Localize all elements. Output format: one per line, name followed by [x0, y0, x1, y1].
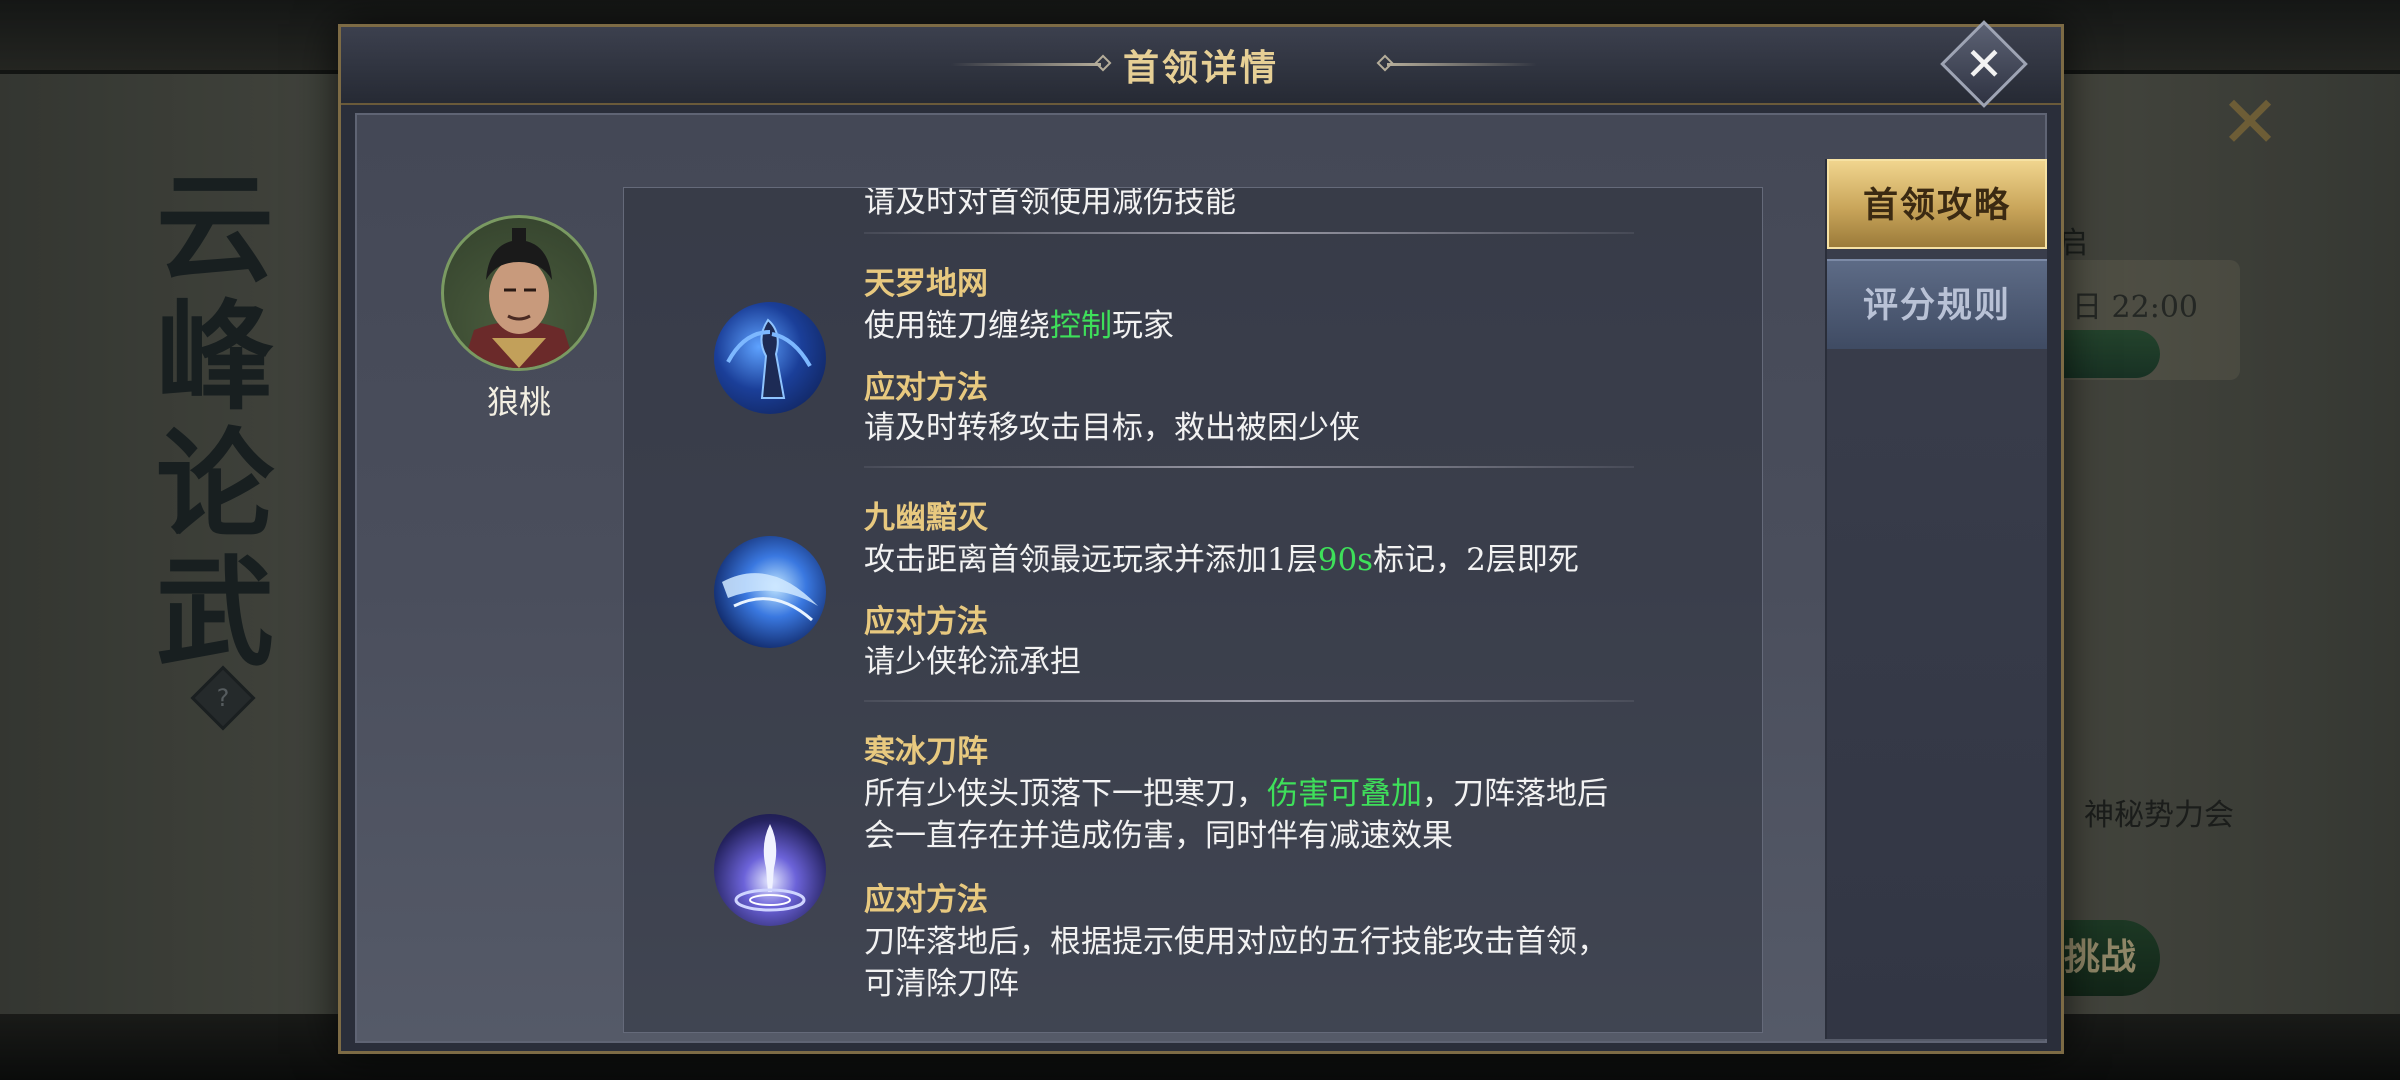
tab-scoring-rules[interactable]: 评分规则: [1827, 259, 2047, 349]
counter-heading: 应对方法: [864, 882, 988, 918]
skill-description: 攻击距离首领最远玩家并添加1层90s标记，2层即死: [864, 542, 1579, 578]
boss-portrait-icon: [462, 228, 576, 368]
ice-blade-array-skill-icon: [714, 814, 826, 926]
separator: [864, 466, 1634, 468]
separator: [864, 700, 1634, 702]
dialog-close-button[interactable]: ✕: [1940, 20, 2028, 108]
boss-name: 狼桃: [486, 383, 551, 421]
skill-name: 九幽黯灭: [864, 500, 988, 536]
counter-description: 刀阵落地后，根据提示使用对应的五行技能攻击首领，: [864, 924, 1608, 960]
counter-heading: 应对方法: [864, 370, 988, 406]
chain-blade-skill-icon: [714, 302, 826, 414]
skill-name: 寒冰刀阵: [864, 734, 988, 770]
blue-slash-skill-icon: [714, 536, 826, 648]
skill-name: 天罗地网: [864, 266, 988, 302]
close-icon: ✕: [1964, 37, 2004, 91]
dialog-title: 首领详情: [1122, 47, 1279, 89]
boss-avatar: [441, 215, 597, 371]
separator: [864, 232, 1634, 234]
previous-counter-text: 请及时对首领使用减伤技能: [864, 187, 1236, 220]
counter-description: 请少侠轮流承担: [864, 644, 1081, 680]
counter-description: 请及时转移攻击目标，救出被困少侠: [864, 410, 1360, 446]
dialog-body: 狼桃 请及时对首领使用减伤技能 天罗地网 使用链刀缠绕控制玩家 应对方法 请及时…: [355, 113, 2047, 1043]
skill-highlight: 90s: [1317, 542, 1374, 578]
tab-boss-strategy[interactable]: 首领攻略: [1827, 159, 2047, 249]
counter-heading: 应对方法: [864, 604, 988, 640]
skill-description-line2: 会一直存在并造成伤害，同时伴有减速效果: [864, 818, 1453, 854]
skill-highlight: 伤害可叠加: [1267, 776, 1422, 812]
side-tab-bar: 首领攻略 评分规则: [1825, 159, 2047, 1039]
skill-highlight: 控制: [1050, 308, 1112, 344]
skill-description: 所有少侠头顶落下一把寒刀，伤害可叠加，刀阵落地后: [864, 776, 1608, 812]
dialog-header: 首领详情 ✕: [341, 20, 2061, 108]
skill-list-panel[interactable]: 请及时对首领使用减伤技能 天罗地网 使用链刀缠绕控制玩家 应对方法 请及时转移攻…: [623, 187, 1763, 1033]
boss-detail-dialog: 首领详情 ✕ 狼桃 请及时对首领使用减伤技能 天罗地网 使用链刀缠绕控制玩家 应…: [338, 20, 2064, 1054]
title-ornament-right-icon: [1387, 63, 1537, 66]
skill-description: 使用链刀缠绕控制玩家: [864, 308, 1174, 344]
counter-description-line2: 可清除刀阵: [864, 966, 1019, 1002]
